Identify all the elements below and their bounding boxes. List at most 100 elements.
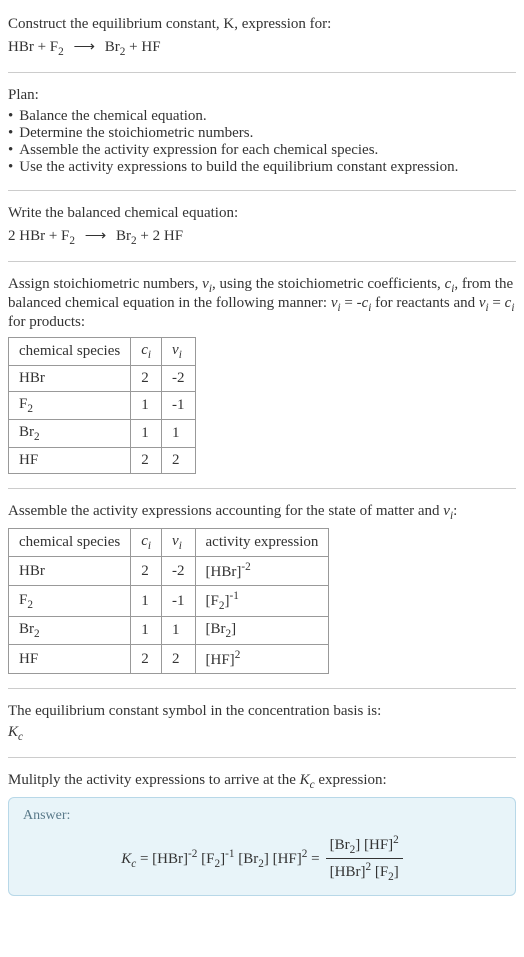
stoich-heading: Assign stoichiometric numbers, νi, using…: [8, 276, 516, 331]
divider: [8, 72, 516, 73]
plan-list: • Balance the chemical equation. • Determi…: [8, 108, 516, 176]
col-activity: activity expression: [195, 529, 329, 557]
t: Assign stoichiometric numbers,: [8, 276, 202, 292]
prompt-line1: Construct the equilibrium constant, K, e…: [8, 16, 516, 33]
table-row: Br211[Br2]: [9, 617, 329, 645]
arrow-icon: ⟶: [85, 226, 107, 245]
basis-line1: The equilibrium constant symbol in the c…: [8, 703, 516, 720]
numerator: [Br2] [HF]2: [326, 832, 403, 858]
col-species: chemical species: [9, 338, 131, 366]
cell: 1: [131, 420, 162, 448]
answer-box: Answer: Kc = [HBr]-2 [F2]-1 [Br2] [HF]2 …: [8, 797, 516, 896]
plan-section: Plan: • Balance the chemical equation. • D…: [8, 79, 516, 184]
denominator: [HBr]2 [F2]: [326, 859, 403, 885]
t: Assemble the activity expressions accoun…: [8, 503, 443, 519]
t: for products:: [8, 314, 85, 330]
t: expression:: [315, 772, 387, 788]
cell: 2: [131, 645, 162, 674]
bullet-icon: •: [8, 108, 13, 125]
cell: 1: [131, 586, 162, 617]
cell: -1: [162, 392, 196, 420]
plan-text: Assemble the activity expression for eac…: [19, 142, 378, 159]
cell: HF: [9, 448, 131, 474]
multiply-section: Mulitply the activity expressions to arr…: [8, 764, 516, 904]
table-row: F21-1: [9, 392, 196, 420]
bullet-icon: •: [8, 159, 13, 176]
plan-text: Use the activity expressions to build th…: [19, 159, 458, 176]
plan-text: Balance the chemical equation.: [19, 108, 206, 125]
cell: [HF]2: [195, 645, 329, 674]
plan-item: • Assemble the activity expression for ea…: [8, 142, 516, 159]
unbalanced-equation: HBr + F2 ⟶ Br2 + HF: [8, 37, 516, 58]
cell: -2: [162, 366, 196, 392]
col-vi: νi: [162, 529, 196, 557]
fraction: [Br2] [HF]2 [HBr]2 [F2]: [326, 832, 403, 885]
prompt-section: Construct the equilibrium constant, K, e…: [8, 8, 516, 66]
cell: 1: [131, 392, 162, 420]
cell: 2: [131, 448, 162, 474]
divider: [8, 488, 516, 489]
arrow-icon: ⟶: [74, 37, 96, 56]
stoich-section: Assign stoichiometric numbers, νi , using…: [8, 268, 516, 482]
cell: F2: [9, 392, 131, 420]
col-species: chemical species: [9, 529, 131, 557]
table-header-row: chemical species ci νi: [9, 338, 196, 366]
plan-text: Determine the stoichiometric numbers.: [19, 125, 253, 142]
cell: Br2: [9, 617, 131, 645]
col-ci: ci: [131, 529, 162, 557]
answer-label: Answer:: [23, 808, 501, 824]
cell: F2: [9, 586, 131, 617]
activity-section: Assemble the activity expressions accoun…: [8, 495, 516, 682]
stoich-table: chemical species ci νi HBr2-2 F21-1 Br21…: [8, 337, 196, 474]
cell: -2: [162, 557, 196, 586]
plan-item: • Balance the chemical equation.: [8, 108, 516, 125]
cell: 2: [131, 366, 162, 392]
bullet-icon: •: [8, 142, 13, 159]
table-row: Br211: [9, 420, 196, 448]
balanced-section: Write the balanced chemical equation: 2 …: [8, 197, 516, 255]
plan-item: • Use the activity expressions to build t…: [8, 159, 516, 176]
t: Mulitply the activity expressions to arr…: [8, 772, 300, 788]
divider: [8, 261, 516, 262]
cell: 1: [131, 617, 162, 645]
table-row: HBr2-2[HBr]-2: [9, 557, 329, 586]
cell: [HBr]-2: [195, 557, 329, 586]
cell: Br2: [9, 420, 131, 448]
t: , using the stoichiometric coefficients,: [212, 276, 445, 292]
cell: HBr: [9, 557, 131, 586]
cell: 2: [162, 448, 196, 474]
kc-expression: Kc = [HBr]-2 [F2]-1 [Br2] [HF]2 = [Br2] …: [23, 832, 501, 885]
cell: 2: [162, 645, 196, 674]
divider: [8, 757, 516, 758]
table-row: HBr2-2: [9, 366, 196, 392]
plan-heading: Plan:: [8, 87, 516, 104]
balanced-equation: 2 HBr + F2 ⟶ Br2 + 2 HF: [8, 226, 516, 247]
kc-lhs: Kc = [HBr]-2 [F2]-1 [Br2] [HF]2 =: [121, 848, 319, 870]
cell: 2: [131, 557, 162, 586]
cell: HBr: [9, 366, 131, 392]
multiply-line: Mulitply the activity expressions to arr…: [8, 772, 516, 791]
table-header-row: chemical species ci νi activity expressi…: [9, 529, 329, 557]
prompt-pre: Construct the equilibrium constant, K, e…: [8, 16, 331, 32]
activity-heading: Assemble the activity expressions accoun…: [8, 503, 516, 522]
col-ci: ci: [131, 338, 162, 366]
table-row: F21-1[F2]-1: [9, 586, 329, 617]
cell: -1: [162, 586, 196, 617]
cell: 1: [162, 617, 196, 645]
table-row: HF22[HF]2: [9, 645, 329, 674]
table-row: HF22: [9, 448, 196, 474]
t: :: [453, 503, 457, 519]
cell: [F2]-1: [195, 586, 329, 617]
cell: [Br2]: [195, 617, 329, 645]
bullet-icon: •: [8, 125, 13, 142]
basis-section: The equilibrium constant symbol in the c…: [8, 695, 516, 751]
cell: HF: [9, 645, 131, 674]
plan-item: • Determine the stoichiometric numbers.: [8, 125, 516, 142]
col-vi: νi: [162, 338, 196, 366]
activity-table: chemical species ci νi activity expressi…: [8, 528, 329, 674]
t: for reactants and: [371, 295, 478, 311]
kc-symbol: Kc: [8, 724, 516, 743]
divider: [8, 190, 516, 191]
cell: 1: [162, 420, 196, 448]
balanced-heading: Write the balanced chemical equation:: [8, 205, 516, 222]
